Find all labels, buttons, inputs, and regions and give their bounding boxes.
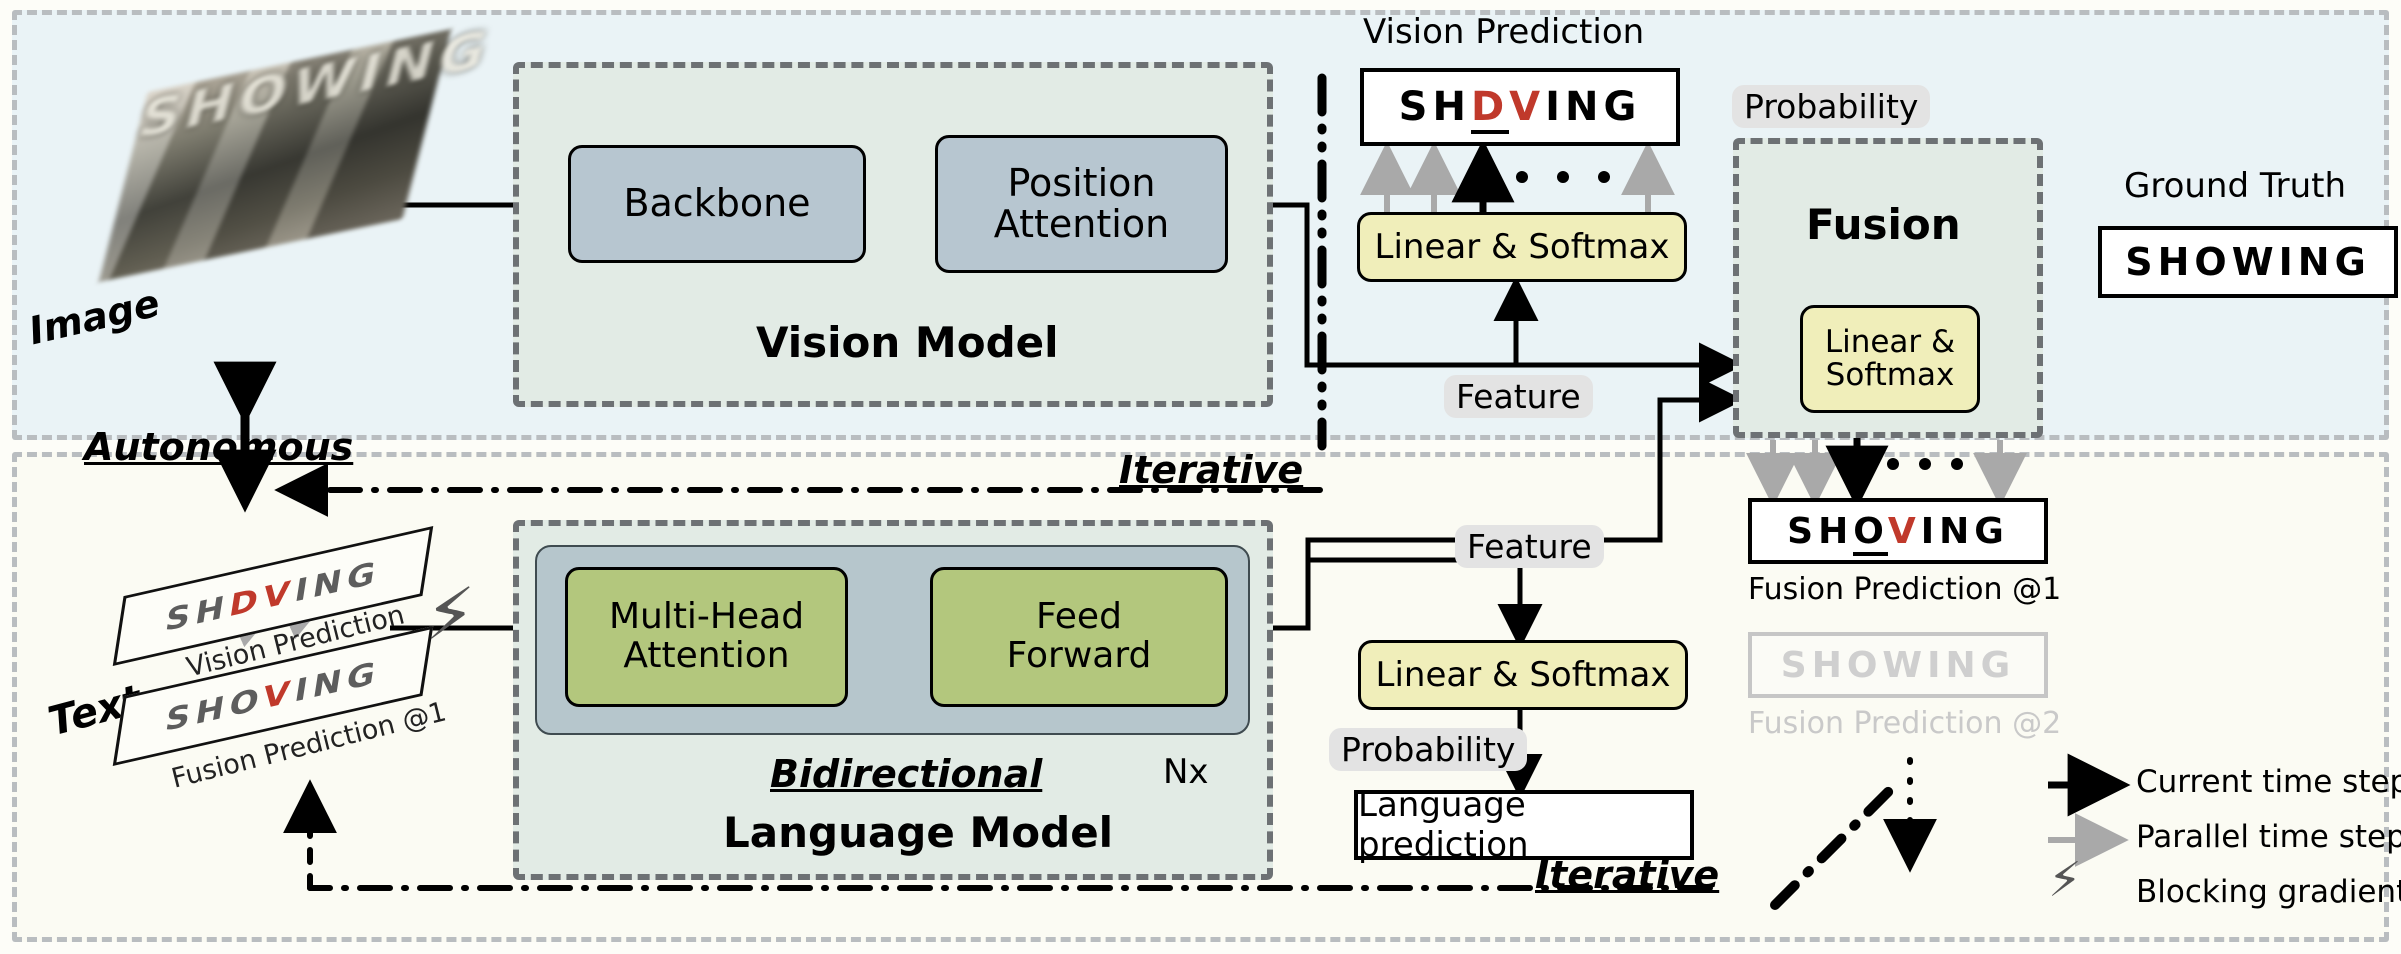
vision-prediction-text: SHDVING (1399, 84, 1642, 134)
probability-pill-language-label: Probability (1341, 730, 1516, 769)
fusion-linear-softmax-block[interactable]: Linear & Softmax (1800, 305, 1980, 413)
feed-forward-label: Feed Forward (1006, 596, 1152, 676)
fusion-prediction-1-text: SHOVING (1787, 510, 2009, 556)
language-prediction-label: Language prediction (1358, 785, 1529, 865)
multi-head-attention-block[interactable]: Multi-Head Attention (565, 567, 848, 707)
probability-pill-top: Probability (1732, 85, 1931, 128)
feature-pill-language-label: Feature (1467, 527, 1592, 566)
language-model-title: Language Model (723, 808, 1114, 857)
diagram-canvas: SHOWING Image Backbone Position Attentio… (0, 0, 2401, 954)
vision-model-title: Vision Model (756, 318, 1059, 367)
lightning-bolt-icon: ⚡ (425, 572, 476, 656)
legend-blocking-gradient-flow-label: Blocking gradient flow (2136, 874, 2401, 910)
feature-pill-vision: Feature (1444, 375, 1593, 418)
ground-truth-text: SHOWING (2125, 240, 2371, 284)
probability-pill-top-label: Probability (1744, 87, 1919, 126)
fusion-prediction-1-box: SHOVING (1748, 498, 2048, 564)
feed-forward-block[interactable]: Feed Forward (930, 567, 1228, 707)
ground-truth-box: SHOWING (2098, 226, 2398, 298)
autonomous-label: Autonomous (84, 425, 354, 469)
fusion-prediction-2-caption: Fusion Prediction @2 (1748, 706, 2062, 741)
fusion-prediction-2-box: SHOWING (1748, 632, 2048, 698)
legend-lightning-bolt-icon: ⚡ (2048, 852, 2082, 908)
legend-current-time-step-label: Current time step (2136, 764, 2401, 800)
language-linear-softmax-block[interactable]: Linear & Softmax (1358, 640, 1688, 710)
fusion-title: Fusion (1806, 200, 1961, 249)
vision-prediction-caption: Vision Prediction (1363, 12, 1645, 52)
ground-truth-caption: Ground Truth (2124, 166, 2347, 206)
position-attention-block[interactable]: Position Attention (935, 135, 1228, 273)
fusion-prediction-2-text: SHOWING (1780, 644, 2016, 686)
fusion-prediction-1-caption: Fusion Prediction @1 (1748, 572, 2062, 607)
feature-pill-vision-label: Feature (1456, 377, 1581, 416)
feature-pill-language: Feature (1455, 525, 1604, 568)
bidirectional-label: Bidirectional (770, 752, 1043, 796)
vision-prediction-box: SHDVING (1360, 68, 1680, 146)
iterative-label-top: Iterative (1119, 448, 1304, 492)
fusion-linear-softmax-label: Linear & Softmax (1824, 323, 1956, 393)
vision-linear-softmax-block[interactable]: Linear & Softmax (1357, 212, 1687, 282)
backbone-block[interactable]: Backbone (568, 145, 866, 263)
language-linear-softmax-label: Linear & Softmax (1375, 654, 1671, 695)
multi-head-attention-label: Multi-Head Attention (608, 596, 805, 676)
probability-pill-language: Probability (1329, 728, 1528, 771)
nx-repeat-label: Nx (1163, 752, 1209, 792)
position-attention-label: Position Attention (993, 160, 1170, 246)
legend-parallel-time-step-label: Parallel time step (2136, 819, 2401, 855)
language-prediction-box: Language prediction (1354, 785, 1694, 865)
vision-linear-softmax-label: Linear & Softmax (1374, 226, 1670, 267)
backbone-label: Backbone (623, 181, 811, 226)
